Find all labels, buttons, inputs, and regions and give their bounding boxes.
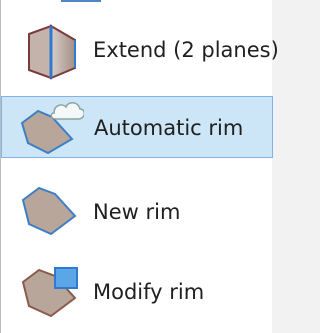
menu-item-extend-2-planes[interactable]: Extend (2 planes) (1, 18, 279, 84)
menu-item-label: New rim (93, 200, 181, 224)
menu-item-new-rim[interactable]: New rim (1, 180, 273, 246)
menu-item-modify-rim[interactable]: Modify rim (1, 262, 273, 328)
extend-planes-icon (17, 24, 83, 80)
divider-line (61, 0, 101, 2)
menu-item-automatic-rim[interactable]: Automatic rim (1, 96, 273, 158)
dropdown-menu: Extend (2 planes) Automatic rim New rim … (0, 0, 279, 333)
new-rim-icon (17, 184, 83, 240)
automatic-rim-icon (18, 99, 85, 155)
menu-item-label: Extend (2 planes) (93, 38, 279, 62)
menu-item-label: Automatic rim (94, 116, 244, 140)
modify-rim-icon (17, 264, 83, 320)
previous-item-partial (1, 0, 273, 10)
menu-item-label: Modify rim (93, 280, 205, 304)
